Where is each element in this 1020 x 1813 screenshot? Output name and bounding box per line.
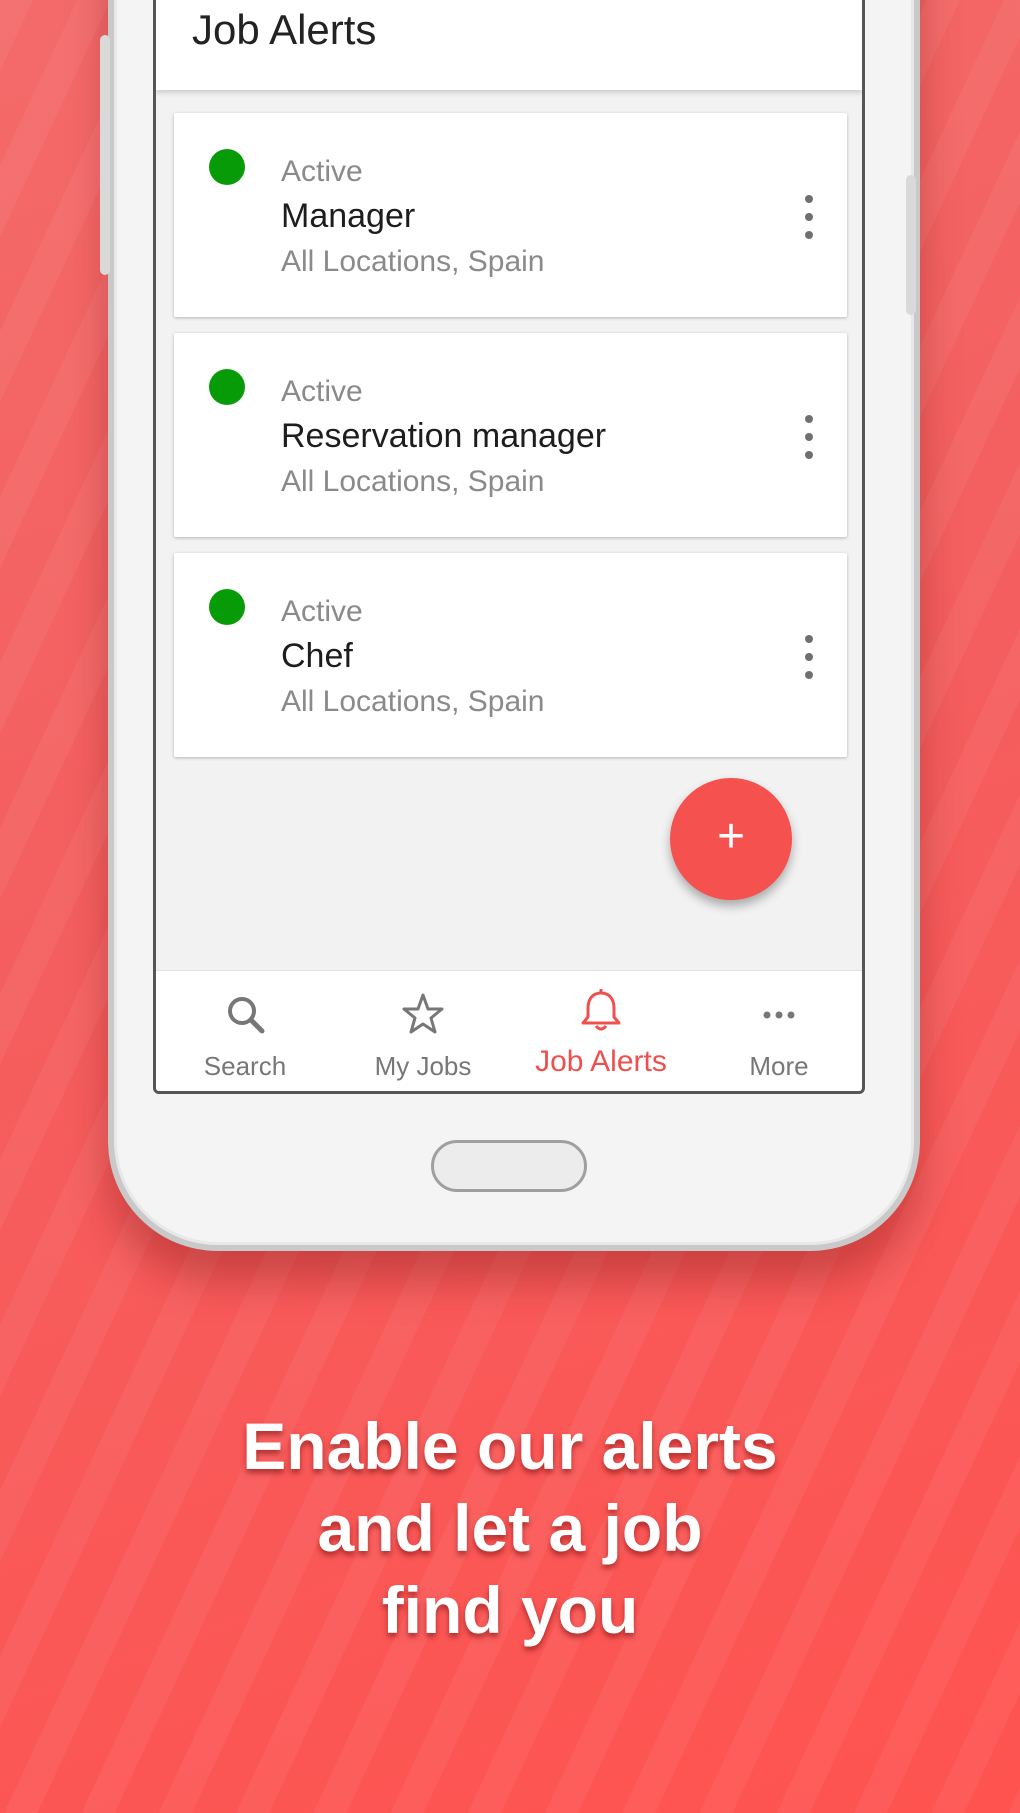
nav-label: Search xyxy=(203,1051,287,1081)
bottom-navigation: Search My Jobs Job Alerts More xyxy=(156,970,862,1091)
search-icon xyxy=(228,997,265,1034)
alert-title: Manager xyxy=(281,197,416,235)
nav-item-job-alerts[interactable]: Job Alerts xyxy=(512,971,690,1091)
nav-item-more[interactable]: More xyxy=(690,971,862,1091)
alert-location: All Locations, Spain xyxy=(281,465,545,498)
alert-location: All Locations, Spain xyxy=(281,245,545,278)
app-bar: Job Alerts xyxy=(156,0,862,90)
alert-status: Active xyxy=(281,155,363,188)
active-status-dot xyxy=(209,149,245,185)
alert-title: Chef xyxy=(281,637,353,675)
alert-title: Reservation manager xyxy=(281,417,607,455)
more-icon xyxy=(763,1011,795,1019)
alert-status: Active xyxy=(281,595,363,628)
home-button[interactable] xyxy=(431,1140,587,1192)
page-title: Job Alerts xyxy=(192,6,377,53)
overflow-menu-icon[interactable] xyxy=(799,415,819,459)
phone-side-button-left xyxy=(100,35,110,275)
add-alert-button[interactable]: + xyxy=(670,778,792,900)
nav-label: My Jobs xyxy=(374,1051,472,1081)
active-status-dot xyxy=(209,369,245,405)
alert-status: Active xyxy=(281,375,363,408)
nav-item-my-jobs[interactable]: My Jobs xyxy=(334,971,512,1091)
alert-card[interactable]: Active Reservation manager All Locations… xyxy=(174,333,847,537)
alert-card[interactable]: Active Manager All Locations, Spain xyxy=(174,113,847,317)
overflow-menu-icon[interactable] xyxy=(799,195,819,239)
nav-item-search[interactable]: Search xyxy=(156,971,334,1091)
star-icon xyxy=(402,993,444,1034)
active-status-dot xyxy=(209,589,245,625)
alert-location: All Locations, Spain xyxy=(281,685,545,718)
tagline-line: find you xyxy=(381,1573,639,1647)
overflow-menu-icon[interactable] xyxy=(799,635,819,679)
nav-label: More xyxy=(749,1051,809,1081)
phone-screen: Job Alerts Active Manager All Locations,… xyxy=(153,0,865,1094)
phone-side-button-right xyxy=(906,175,916,315)
bell-icon xyxy=(581,989,621,1031)
tagline-line: Enable our alerts xyxy=(242,1409,778,1483)
promo-tagline: Enable our alerts and let a job find you xyxy=(0,1405,1020,1651)
tagline-line: and let a job xyxy=(317,1491,703,1565)
nav-label: Job Alerts xyxy=(535,1045,667,1078)
alert-card[interactable]: Active Chef All Locations, Spain xyxy=(174,553,847,757)
